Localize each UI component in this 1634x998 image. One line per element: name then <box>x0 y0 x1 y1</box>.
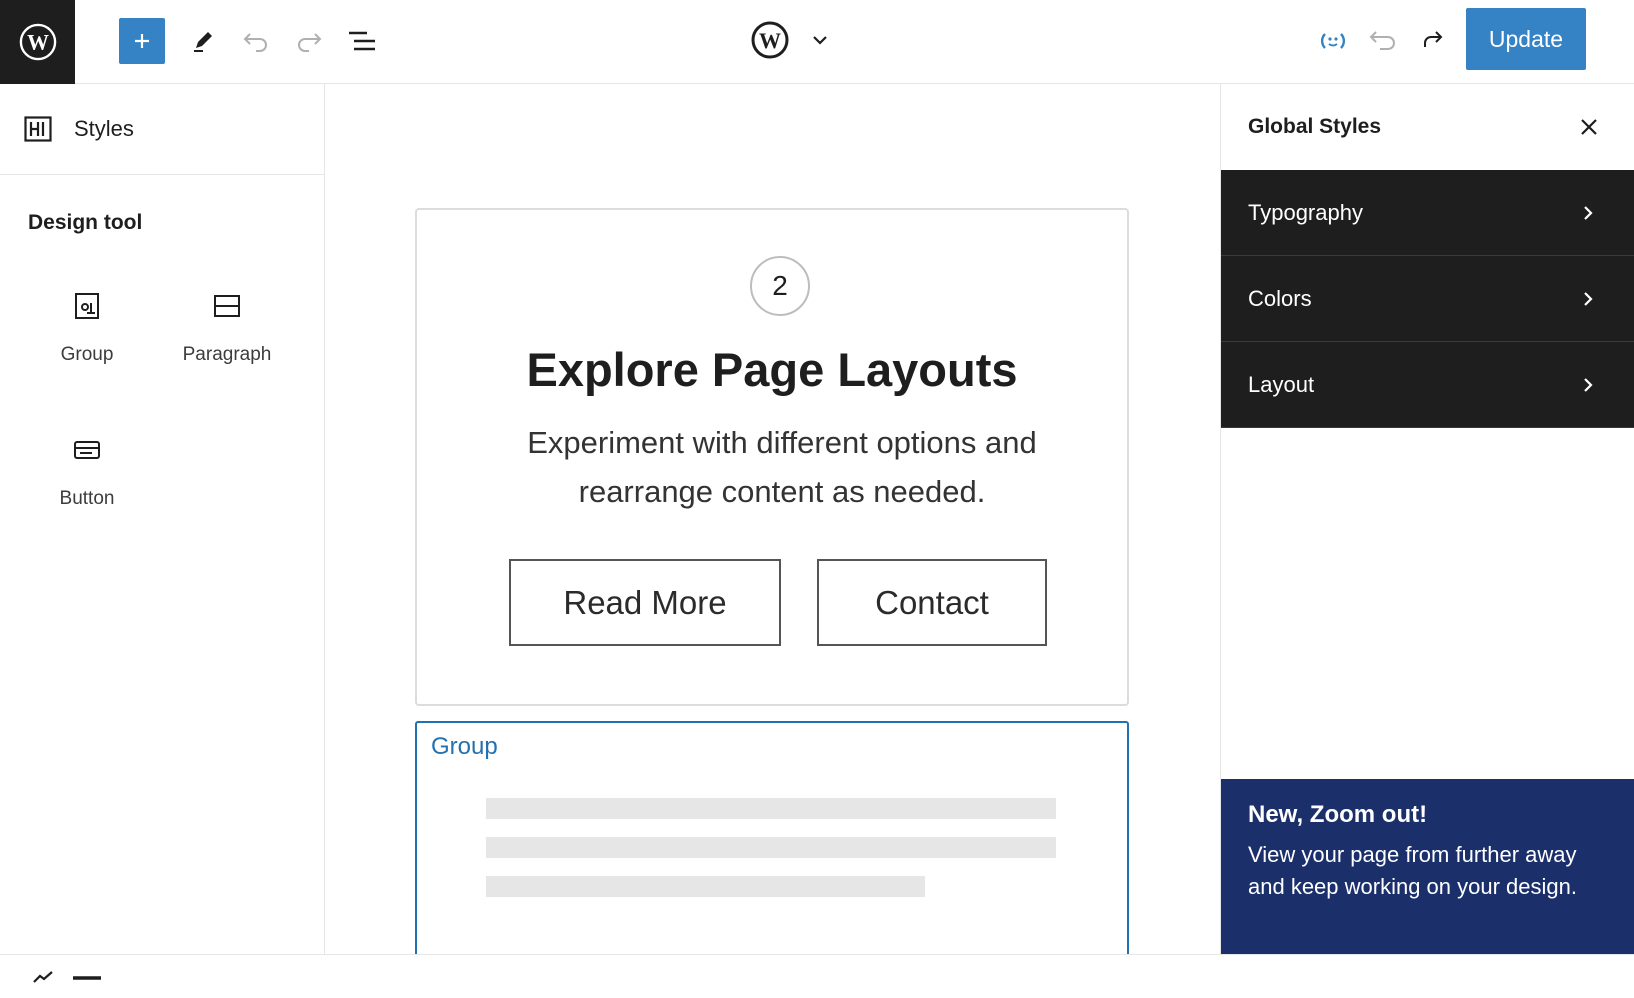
document-overview-button[interactable]: W <box>750 20 790 60</box>
tip-title: New, Zoom out! <box>1248 801 1428 828</box>
global-styles-panel: Global Styles Typography Colors Layout N… <box>1220 84 1634 954</box>
description-line: Experiment with different options and <box>527 425 1037 460</box>
pencil-icon <box>194 32 212 52</box>
minus-icon[interactable] <box>72 974 102 982</box>
button-block-icon <box>74 441 100 459</box>
editor-canvas[interactable]: 2 Explore Page Layouts Experiment with d… <box>326 84 1219 954</box>
block-item-paragraph[interactable]: Paragraph <box>162 286 292 366</box>
read-more-button[interactable]: Read More <box>509 559 781 646</box>
global-styles-item-label: Layout <box>1248 371 1315 397</box>
placeholder-line <box>486 876 925 897</box>
group-block[interactable]: Group <box>415 721 1129 954</box>
tools-button[interactable] <box>180 18 226 64</box>
editor-footer <box>0 954 1634 998</box>
design-tool-heading: Design tool <box>28 211 143 234</box>
list-view-icon <box>349 31 375 51</box>
contact-button[interactable]: Contact <box>817 559 1047 646</box>
style-book-button[interactable] <box>1310 18 1356 64</box>
wordpress-icon: W <box>19 23 56 61</box>
step-number-badge: 2 <box>750 256 810 316</box>
redo-button[interactable] <box>286 18 332 64</box>
chevron-down-icon <box>813 36 827 45</box>
chevron-right-icon <box>1584 206 1593 220</box>
styles-sidebar: Styles Design tool Group Paragraph Butto… <box>0 84 325 954</box>
document-dropdown-button[interactable] <box>808 28 832 52</box>
redo-icon <box>1424 31 1443 47</box>
undo-icon <box>1369 31 1395 50</box>
redo-icon <box>298 33 322 52</box>
update-button[interactable]: Update <box>1466 8 1586 70</box>
wordpress-logo-button[interactable]: W <box>0 0 75 84</box>
list-view-button[interactable] <box>339 18 385 64</box>
placeholder-line <box>486 837 1056 858</box>
zoom-out-tip: New, Zoom out! View your page from furth… <box>1221 779 1634 954</box>
placeholder-line <box>486 798 1056 819</box>
global-styles-header: Global Styles <box>1221 84 1634 170</box>
activity-icon[interactable] <box>32 969 54 985</box>
group-block-icon <box>75 293 99 319</box>
block-item-button[interactable]: Button <box>22 430 152 510</box>
card-description[interactable]: Experiment with different options and re… <box>512 418 1052 516</box>
paragraph-block-icon <box>214 295 240 317</box>
block-item-label: Button <box>59 488 115 509</box>
close-button[interactable] <box>1576 114 1602 140</box>
chevron-right-icon <box>1584 292 1593 306</box>
style-book-icon <box>1320 33 1346 49</box>
editor-toolbar: W W Update <box>0 0 1634 84</box>
layout-card[interactable]: 2 Explore Page Layouts Experiment with d… <box>415 208 1129 706</box>
undo-icon <box>243 33 267 52</box>
block-item-label: Group <box>60 344 114 365</box>
add-block-button[interactable] <box>119 18 165 64</box>
block-item-group[interactable]: Group <box>22 286 152 366</box>
global-styles-item-colors[interactable]: Colors <box>1221 256 1634 342</box>
svg-text:W: W <box>759 28 781 53</box>
group-block-label: Group <box>431 733 498 760</box>
undo-button[interactable] <box>233 18 279 64</box>
styles-icon <box>24 116 52 142</box>
styles-header: Styles <box>0 84 324 175</box>
plus-icon <box>135 34 149 48</box>
chevron-right-icon <box>1584 378 1593 392</box>
global-styles-item-typography[interactable]: Typography <box>1221 170 1634 256</box>
global-styles-item-label: Typography <box>1248 199 1363 225</box>
description-line: rearrange content as needed. <box>578 474 986 509</box>
tip-text: View your page from further away and kee… <box>1248 842 1577 899</box>
global-styles-title: Global Styles <box>1248 115 1382 138</box>
close-icon <box>1581 119 1597 135</box>
global-styles-item-label: Colors <box>1248 285 1312 311</box>
global-styles-item-layout[interactable]: Layout <box>1221 342 1634 428</box>
svg-text:W: W <box>27 31 49 55</box>
card-heading[interactable]: Explore Page Layouts <box>417 342 1127 397</box>
block-item-label: Paragraph <box>182 344 272 365</box>
revisions-redo-button[interactable] <box>1410 18 1456 64</box>
styles-title: Styles <box>74 116 134 141</box>
revisions-undo-button[interactable] <box>1360 18 1406 64</box>
wordpress-icon: W <box>751 21 789 59</box>
